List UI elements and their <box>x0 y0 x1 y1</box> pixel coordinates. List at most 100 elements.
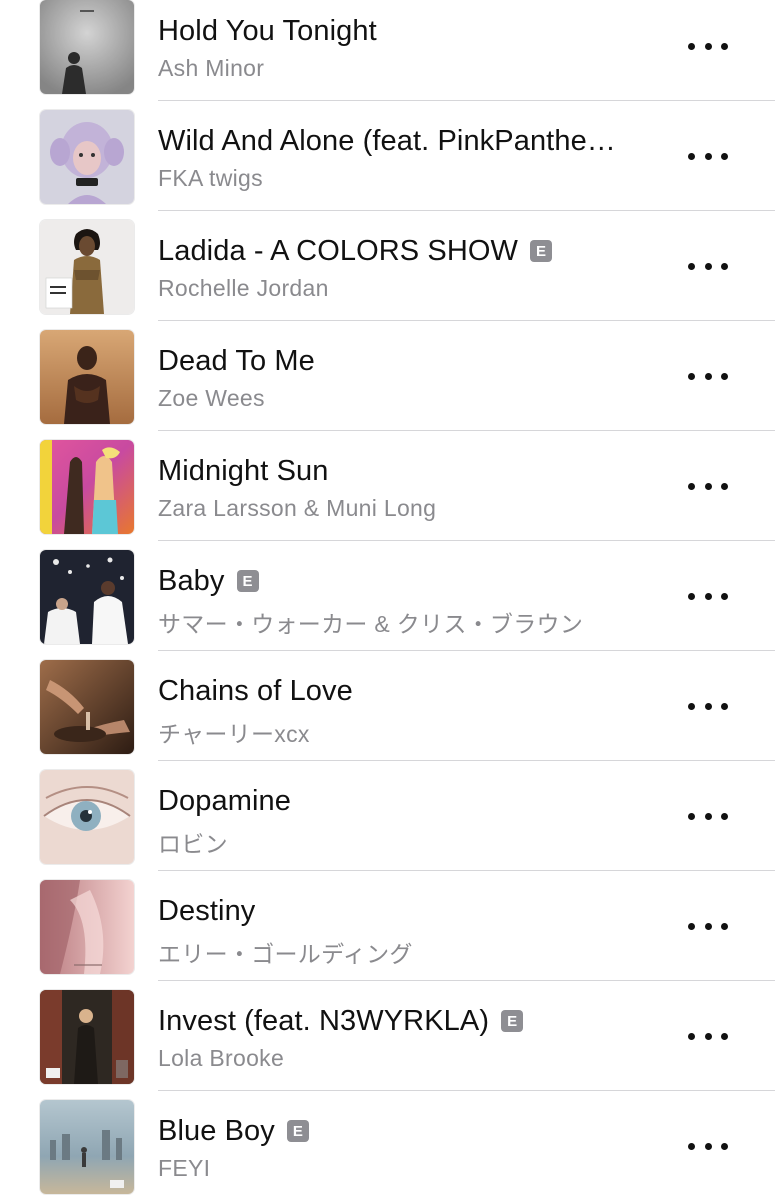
more-dot <box>704 812 712 820</box>
song-title: Hold You Tonight <box>158 14 377 47</box>
more-dot <box>721 482 728 490</box>
song-artist: FEYI <box>158 1155 211 1181</box>
more-dot <box>721 592 728 600</box>
album-art[interactable] <box>40 330 134 424</box>
song-title: Destiny <box>158 894 256 927</box>
row-divider <box>158 210 775 211</box>
song-artist: Ash Minor <box>158 55 265 81</box>
song-row[interactable]: Baby E サマー・ウォーカー & クリス・ブラウン <box>0 550 775 660</box>
more-dot <box>704 922 712 930</box>
more-dot <box>721 812 728 820</box>
song-row[interactable]: Dopamine ロビン <box>0 770 775 880</box>
more-dot <box>688 152 695 160</box>
song-title-line: Wild And Alone (feat. PinkPanthe… <box>158 123 658 159</box>
album-art-image <box>40 220 134 314</box>
album-art[interactable] <box>40 770 134 864</box>
row-divider <box>158 650 775 651</box>
song-artist: FKA twigs <box>158 165 263 191</box>
album-art[interactable] <box>40 990 134 1084</box>
more-dot <box>688 262 695 270</box>
song-artist: ロビン <box>158 831 228 857</box>
more-horizontal-icon[interactable] <box>688 914 728 938</box>
album-art-image <box>40 770 134 864</box>
song-title: Midnight Sun <box>158 454 329 487</box>
more-dot <box>688 1032 695 1040</box>
row-divider <box>158 320 775 321</box>
more-dot <box>688 1142 695 1150</box>
song-artist: エリー・ゴールディング <box>158 941 413 967</box>
more-horizontal-icon[interactable] <box>688 364 728 388</box>
more-dot <box>688 42 695 50</box>
more-dot <box>688 482 695 490</box>
album-art[interactable] <box>40 1100 134 1194</box>
album-art[interactable] <box>40 660 134 754</box>
song-title: Dopamine <box>158 784 291 817</box>
song-title: Blue Boy <box>158 1114 275 1147</box>
song-title-line: Dead To Me <box>158 343 658 379</box>
song-title: Dead To Me <box>158 344 315 377</box>
more-dot <box>721 152 728 160</box>
song-row[interactable]: Blue Boy E FEYI <box>0 1100 775 1200</box>
song-artist: Zara Larsson & Muni Long <box>158 495 437 521</box>
more-horizontal-icon[interactable] <box>688 584 728 608</box>
album-art[interactable] <box>40 880 134 974</box>
song-list: Hold You Tonight Ash Minor Wild And Alon… <box>0 0 775 1200</box>
song-title: Baby <box>158 564 225 597</box>
more-dot <box>704 1032 712 1040</box>
song-row[interactable]: Midnight Sun Zara Larsson & Muni Long <box>0 440 775 550</box>
more-dot <box>704 42 712 50</box>
album-art-image <box>40 330 134 424</box>
album-art-image <box>40 990 134 1084</box>
more-dot <box>704 372 712 380</box>
more-dot <box>688 592 695 600</box>
album-art[interactable] <box>40 440 134 534</box>
row-divider <box>158 540 775 541</box>
more-horizontal-icon[interactable] <box>688 804 728 828</box>
more-horizontal-icon[interactable] <box>688 1024 728 1048</box>
row-divider <box>158 1090 775 1091</box>
album-art-image <box>40 880 134 974</box>
song-title: Chains of Love <box>158 674 353 707</box>
song-artist: Rochelle Jordan <box>158 275 329 301</box>
song-artist: サマー・ウォーカー & クリス・ブラウン <box>158 611 584 637</box>
song-row[interactable]: Wild And Alone (feat. PinkPanthe… FKA tw… <box>0 110 775 220</box>
more-horizontal-icon[interactable] <box>688 144 728 168</box>
more-dot <box>688 372 695 380</box>
more-dot <box>721 922 728 930</box>
song-title-line: Destiny <box>158 893 658 929</box>
more-dot <box>721 372 728 380</box>
row-divider <box>158 870 775 871</box>
more-dot <box>704 702 712 710</box>
song-title: Invest (feat. N3WYRKLA) <box>158 1004 490 1037</box>
more-dot <box>721 262 728 270</box>
song-row[interactable]: Invest (feat. N3WYRKLA) E Lola Brooke <box>0 990 775 1100</box>
album-art-image <box>40 440 134 534</box>
song-row[interactable]: Hold You Tonight Ash Minor <box>0 0 775 110</box>
song-row[interactable]: Dead To Me Zoe Wees <box>0 330 775 440</box>
more-horizontal-icon[interactable] <box>688 34 728 58</box>
more-dot <box>688 922 695 930</box>
song-row[interactable]: Ladida - A COLORS SHOW E Rochelle Jordan <box>0 220 775 330</box>
more-horizontal-icon[interactable] <box>688 254 728 278</box>
album-art-image <box>40 110 134 204</box>
album-art[interactable] <box>40 110 134 204</box>
album-art[interactable] <box>40 0 134 94</box>
song-title-line: Hold You Tonight <box>158 13 658 49</box>
more-dot <box>704 592 712 600</box>
more-dot <box>721 1032 728 1040</box>
more-dot <box>704 482 712 490</box>
song-row[interactable]: Destiny エリー・ゴールディング <box>0 880 775 990</box>
song-title-line: Ladida - A COLORS SHOW E <box>158 233 658 269</box>
more-horizontal-icon[interactable] <box>688 1134 728 1158</box>
album-art-image <box>40 0 134 94</box>
row-divider <box>158 760 775 761</box>
more-dot <box>704 1142 712 1150</box>
song-title: Wild And Alone (feat. PinkPanthe… <box>158 124 616 157</box>
more-horizontal-icon[interactable] <box>688 474 728 498</box>
song-title: Ladida - A COLORS SHOW <box>158 234 518 267</box>
more-horizontal-icon[interactable] <box>688 694 728 718</box>
album-art[interactable] <box>40 550 134 644</box>
album-art[interactable] <box>40 220 134 314</box>
song-row[interactable]: Chains of Love チャーリーxcx <box>0 660 775 770</box>
album-art-image <box>40 550 134 644</box>
